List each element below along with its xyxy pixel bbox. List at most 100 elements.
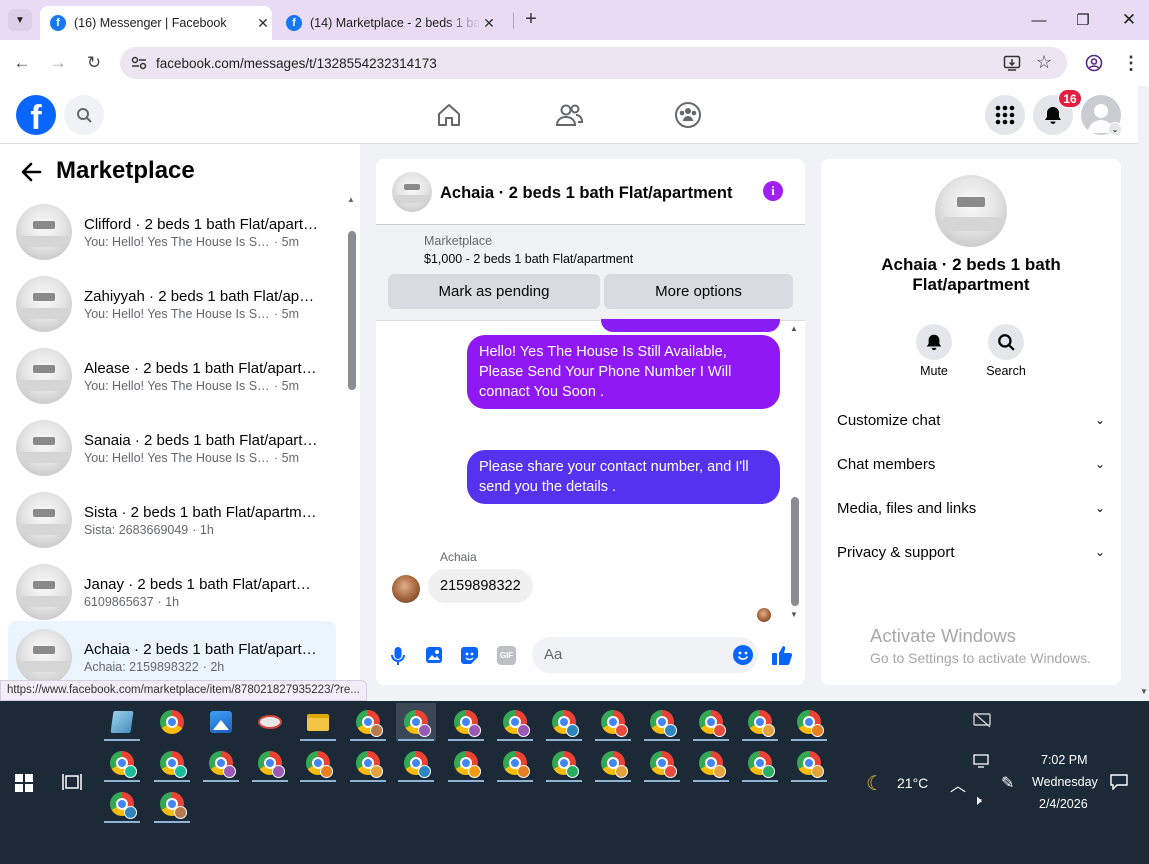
taskbar-chrome-profile-icon[interactable] — [102, 785, 142, 823]
maximize-icon[interactable]: ❐ — [1071, 8, 1095, 32]
taskbar-chrome-profile-icon[interactable] — [446, 744, 486, 782]
page-scroll-down-arrow[interactable]: ▼ — [1140, 687, 1148, 696]
photo-icon[interactable] — [425, 646, 443, 664]
menu-grid-icon[interactable] — [985, 95, 1025, 135]
taskbar-chrome-profile-icon[interactable] — [740, 744, 780, 782]
taskbar-chrome-profile-icon[interactable] — [691, 744, 731, 782]
profile-icon[interactable] — [1085, 54, 1103, 72]
taskbar-chrome-profile-icon[interactable] — [789, 744, 829, 782]
taskbar-chrome-profile-icon[interactable] — [348, 744, 388, 782]
weather-temperature[interactable]: 21°C — [897, 775, 928, 791]
conversation-item[interactable]: Zahiyyah · 2 beds 1 bath Flat/apartment … — [8, 269, 336, 339]
taskbar-chrome-profile-icon[interactable] — [593, 744, 633, 782]
privacy-support-section[interactable]: Privacy & support ⌄ — [837, 540, 1105, 564]
info-icon[interactable]: i — [763, 181, 783, 201]
task-view-icon[interactable] — [62, 772, 82, 792]
close-window-icon[interactable]: ✕ — [1117, 8, 1141, 32]
taskbar-chrome-profile-icon[interactable] — [593, 703, 633, 741]
taskbar-chrome-icon[interactable] — [152, 703, 192, 741]
taskbar-chrome-profile-icon[interactable] — [102, 744, 142, 782]
bookmark-star-icon[interactable]: ☆ — [1036, 52, 1052, 73]
taskbar-notepad-icon[interactable] — [102, 703, 142, 741]
taskbar-chrome-profile-icon[interactable] — [544, 744, 584, 782]
sticker-icon[interactable] — [460, 646, 479, 665]
chat-list-scrollbar-thumb[interactable] — [348, 231, 356, 390]
taskbar-chrome-profile-icon[interactable] — [396, 703, 436, 741]
taskbar-chrome-profile-icon[interactable] — [250, 744, 290, 782]
more-options-button[interactable]: More options — [604, 274, 793, 309]
home-icon[interactable] — [436, 102, 462, 128]
taskbar-chrome-profile-icon[interactable] — [446, 703, 486, 741]
message-input[interactable]: Aa — [532, 637, 758, 673]
media-files-links-section[interactable]: Media, files and links ⌄ — [837, 496, 1105, 520]
account-chevron-down-icon[interactable]: ⌄ — [1108, 122, 1122, 136]
message-bubble-received[interactable]: 2159898322 — [428, 569, 533, 603]
taskbar-chrome-profile-icon[interactable] — [495, 703, 535, 741]
scroll-up-arrow-icon[interactable]: ▲ — [347, 195, 355, 204]
taskbar-snipping-icon[interactable] — [250, 703, 290, 741]
taskbar-chrome-profile-icon[interactable] — [691, 703, 731, 741]
mute-bell-icon[interactable] — [916, 324, 952, 360]
conversation-item[interactable]: Sista · 2 beds 1 bath Flat/apartment Sis… — [8, 485, 336, 555]
new-tab-icon[interactable]: + — [520, 8, 542, 30]
minimize-icon[interactable]: — — [1027, 8, 1051, 32]
back-arrow-icon[interactable] — [20, 161, 42, 183]
network-icon[interactable] — [973, 754, 991, 768]
messages-scroll-up-arrow[interactable]: ▲ — [790, 324, 798, 333]
taskbar-chrome-profile-icon[interactable] — [495, 744, 535, 782]
windows-start-icon[interactable] — [15, 774, 33, 792]
forward-icon[interactable]: → — [46, 52, 70, 74]
volume-icon[interactable]: 🕨 — [973, 792, 982, 809]
messages-scroll-down-arrow[interactable]: ▼ — [790, 610, 798, 619]
mark-as-pending-button[interactable]: Mark as pending — [388, 274, 600, 309]
taskbar-chrome-profile-icon[interactable] — [348, 703, 388, 741]
customize-chat-section[interactable]: Customize chat ⌄ — [837, 408, 1105, 432]
conversation-item[interactable]: Sanaia · 2 beds 1 bath Flat/apartment Yo… — [8, 413, 336, 483]
taskbar-chrome-profile-icon[interactable] — [201, 744, 241, 782]
facebook-logo-icon[interactable]: f — [16, 95, 56, 135]
tab-messenger[interactable]: f (16) Messenger | Facebook ✕ — [40, 6, 272, 40]
message-bubble-sent[interactable]: Hello! Yes The House Is Still Available,… — [467, 335, 780, 409]
listing-detail[interactable]: $1,000 - 2 beds 1 bath Flat/apartment — [424, 252, 633, 266]
taskbar-chrome-profile-icon[interactable] — [642, 744, 682, 782]
tab-marketplace[interactable]: f (14) Marketplace - 2 beds 1 bath ✕ — [276, 6, 506, 40]
weather-moon-icon[interactable]: ☾ — [866, 771, 884, 796]
message-bubble-sent[interactable]: Please share your contact number, and I'… — [467, 450, 780, 504]
taskbar-file-explorer-icon[interactable] — [298, 703, 338, 741]
tab-search-button[interactable]: ▼ — [8, 9, 32, 31]
taskbar-photos-icon[interactable] — [201, 703, 241, 741]
gif-icon[interactable]: GIF — [497, 646, 516, 665]
taskbar-chrome-profile-icon[interactable] — [544, 703, 584, 741]
taskbar-chrome-profile-icon[interactable] — [298, 744, 338, 782]
clock-day[interactable]: Wednesday — [1032, 775, 1098, 789]
search-icon[interactable] — [988, 324, 1024, 360]
friends-icon[interactable] — [555, 102, 584, 128]
browser-menu-icon[interactable]: ⋮ — [1122, 52, 1140, 74]
groups-icon[interactable] — [674, 101, 702, 129]
messages-scrollbar-thumb[interactable] — [791, 497, 799, 606]
close-tab-icon[interactable]: ✕ — [480, 15, 498, 32]
taskbar-chrome-profile-icon[interactable] — [152, 744, 192, 782]
microphone-icon[interactable] — [390, 646, 406, 666]
reload-icon[interactable]: ↻ — [82, 52, 106, 74]
clock-date[interactable]: 2/4/2026 — [1039, 797, 1088, 811]
tray-expand-chevron-icon[interactable]: ︿ — [950, 772, 966, 796]
notifications-center-icon[interactable] — [1110, 774, 1128, 791]
close-tab-icon[interactable]: ✕ — [254, 15, 272, 32]
site-info-icon[interactable] — [130, 55, 148, 71]
install-app-icon[interactable] — [1003, 54, 1021, 72]
back-icon[interactable]: ← — [10, 52, 34, 74]
clock-time[interactable]: 7:02 PM — [1041, 753, 1088, 767]
conversation-item-selected[interactable]: Achaia · 2 beds 1 bath Flat/apartment Ac… — [8, 621, 336, 684]
conversation-item[interactable]: Janay · 2 beds 1 bath Flat/apartment 610… — [8, 557, 336, 627]
chat-members-section[interactable]: Chat members ⌄ — [837, 452, 1105, 476]
fb-search-icon[interactable] — [64, 95, 104, 135]
taskbar-chrome-profile-icon[interactable] — [740, 703, 780, 741]
network-disconnected-icon[interactable] — [972, 712, 992, 728]
taskbar-chrome-profile-icon[interactable] — [396, 744, 436, 782]
chat-title[interactable]: Achaia · 2 beds 1 bath Flat/apartment — [440, 184, 733, 203]
pen-icon[interactable]: ✎ — [1001, 773, 1014, 793]
taskbar-chrome-profile-icon[interactable] — [152, 785, 192, 823]
sender-avatar[interactable] — [392, 575, 420, 603]
emoji-icon[interactable] — [733, 645, 753, 665]
